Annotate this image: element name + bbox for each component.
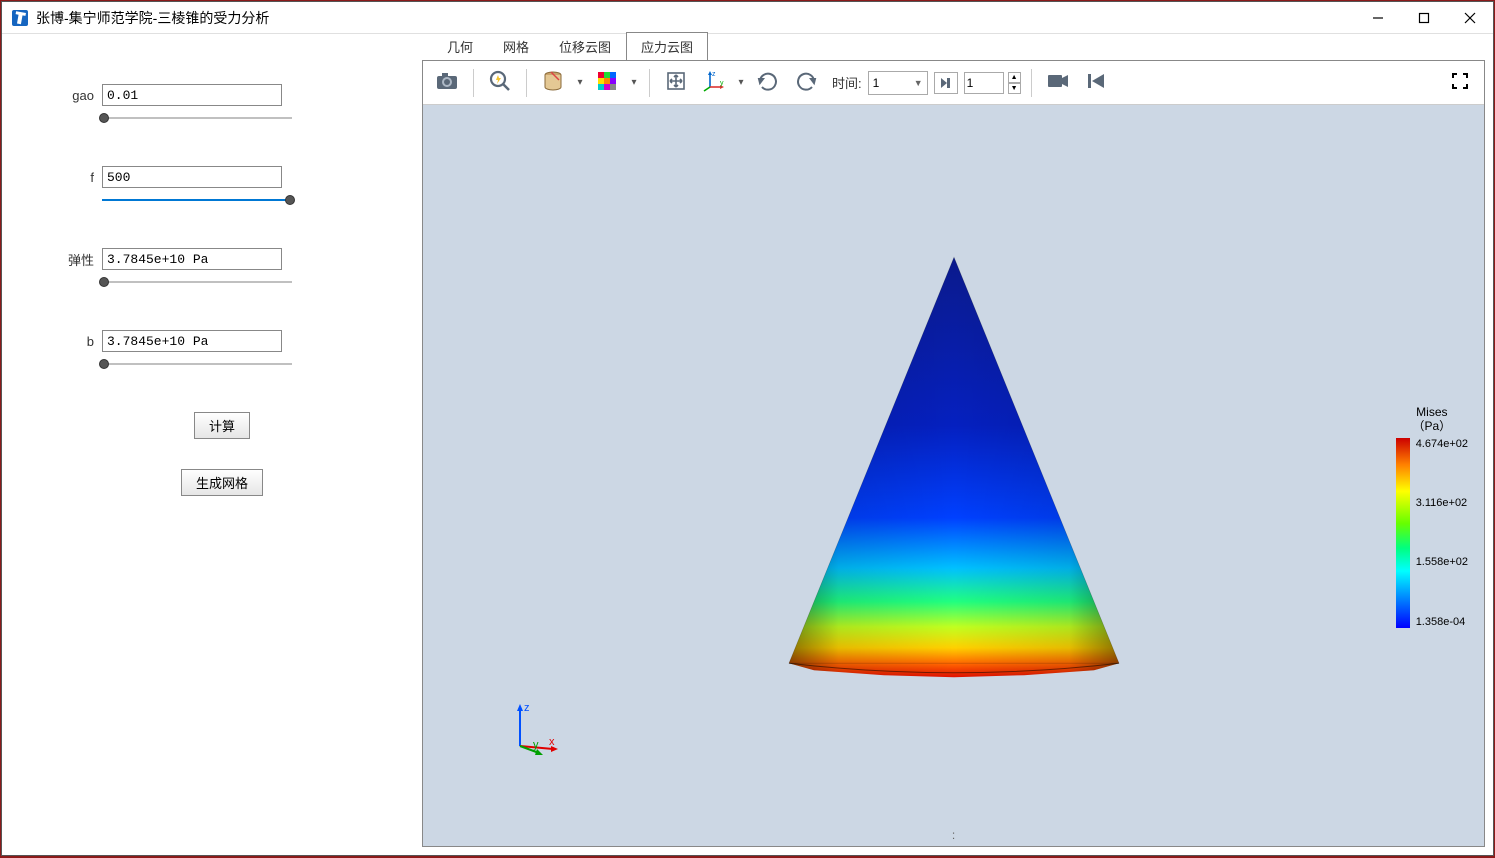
stepper-down[interactable]: ▼ [1008, 83, 1021, 94]
xyz-axis-icon: zy [702, 69, 726, 96]
video-camera-icon [1046, 72, 1070, 93]
render-mode-button[interactable] [591, 67, 623, 99]
status-text: : [952, 828, 955, 842]
time-label: 时间: [832, 73, 862, 92]
magnifier-lightning-icon [488, 69, 512, 96]
transparency-dropdown[interactable]: ▾ [575, 77, 585, 88]
3d-canvas[interactable]: z x y Mises （Pa） 4.674e+02 [423, 105, 1484, 846]
fullscreen-button[interactable] [1444, 67, 1476, 99]
time-select[interactable]: 1▼ [868, 71, 928, 95]
param-slider-b[interactable] [102, 356, 292, 372]
svg-text:y: y [720, 80, 724, 87]
param-input-elastic[interactable] [102, 248, 282, 270]
move-arrows-icon [665, 70, 687, 95]
app-icon [10, 8, 30, 28]
color-legend: Mises （Pa） 4.674e+02 3.116e+02 1.558e+02… [1396, 405, 1468, 628]
tab-mesh[interactable]: 网格 [488, 32, 544, 61]
snapshot-button[interactable] [431, 67, 463, 99]
param-label-gao: gao [62, 88, 102, 103]
param-slider-f[interactable] [102, 192, 292, 208]
compute-button[interactable]: 计算 [194, 412, 250, 439]
param-input-gao[interactable] [102, 84, 282, 106]
param-slider-gao[interactable] [102, 110, 292, 126]
tab-stress[interactable]: 应力云图 [626, 32, 708, 61]
svg-text:z: z [712, 71, 716, 78]
axis-triad: z x y [505, 701, 565, 761]
generate-mesh-button[interactable]: 生成网格 [181, 469, 263, 496]
window-title: 张博-集宁师范学院-三棱锥的受力分析 [36, 8, 1355, 28]
param-label-elastic: 弹性 [62, 250, 102, 269]
app-window: 张博-集宁师范学院-三棱锥的受力分析 gao f [1, 1, 1494, 856]
legend-tick-min: 1.358e-04 [1416, 616, 1468, 628]
pan-button[interactable] [660, 67, 692, 99]
record-button[interactable] [1042, 67, 1074, 99]
param-label-b: b [62, 334, 102, 349]
rubik-cube-icon [596, 70, 618, 95]
svg-text:x: x [549, 736, 555, 748]
transparency-button[interactable] [537, 67, 569, 99]
minimize-button[interactable] [1355, 2, 1401, 34]
viewer-toolbar: ▾ ▾ zy ▾ [423, 61, 1484, 105]
stepper-up[interactable]: ▲ [1008, 72, 1021, 83]
close-button[interactable] [1447, 2, 1493, 34]
skip-first-icon [1086, 72, 1106, 93]
maximize-button[interactable] [1401, 2, 1447, 34]
tab-bar: 几何 网格 位移云图 应力云图 [422, 34, 1493, 60]
first-frame-button[interactable] [1080, 67, 1112, 99]
tab-geometry[interactable]: 几何 [432, 32, 488, 61]
param-input-f[interactable] [102, 166, 282, 188]
legend-colorbar [1396, 438, 1410, 628]
param-input-b[interactable] [102, 330, 282, 352]
stress-cone-plot [744, 247, 1164, 687]
rotate-cw-icon [794, 69, 818, 96]
frame-end-button[interactable] [934, 72, 958, 94]
axis-orientation-dropdown[interactable]: ▾ [736, 77, 746, 88]
cylinder-icon [541, 70, 565, 95]
frame-number-input[interactable] [964, 72, 1004, 94]
legend-tick-3: 1.558e+02 [1416, 556, 1468, 568]
render-mode-dropdown[interactable]: ▾ [629, 77, 639, 88]
sidebar: gao f 弹性 b [2, 34, 422, 855]
param-slider-elastic[interactable] [102, 274, 292, 290]
legend-tick-2: 3.116e+02 [1416, 497, 1468, 509]
svg-text:z: z [524, 702, 530, 714]
rotate-ccw-button[interactable] [752, 67, 784, 99]
fullscreen-icon [1451, 72, 1469, 93]
legend-unit: （Pa） [1396, 419, 1468, 433]
rotate-cw-button[interactable] [790, 67, 822, 99]
svg-text:y: y [533, 739, 539, 751]
camera-icon [435, 71, 459, 94]
legend-tick-max: 4.674e+02 [1416, 438, 1468, 450]
legend-title: Mises [1396, 405, 1468, 419]
rotate-ccw-icon [756, 69, 780, 96]
axis-orientation-button[interactable]: zy [698, 67, 730, 99]
tab-displacement[interactable]: 位移云图 [544, 32, 626, 61]
param-label-f: f [62, 170, 102, 185]
titlebar: 张博-集宁师范学院-三棱锥的受力分析 [2, 2, 1493, 34]
zoom-extents-button[interactable] [484, 67, 516, 99]
viewer-frame: ▾ ▾ zy ▾ [422, 60, 1485, 847]
